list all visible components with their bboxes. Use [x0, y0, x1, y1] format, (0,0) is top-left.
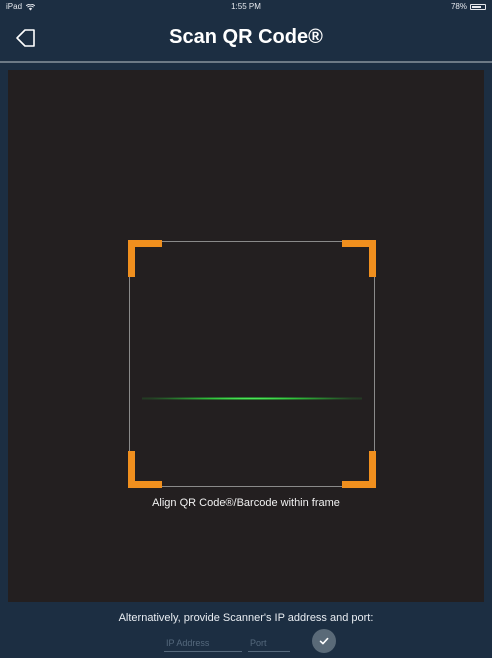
page-title: Scan QR Code®	[169, 26, 323, 48]
scan-hint: Align QR Code®/Barcode within frame	[152, 497, 340, 509]
scan-line	[142, 397, 362, 400]
scan-frame-corner-bottom-left	[128, 451, 162, 488]
confirm-button[interactable]	[312, 629, 336, 653]
manual-entry-prompt: Alternatively, provide Scanner's IP addr…	[118, 612, 374, 624]
scan-frame-corner-top-left	[128, 240, 162, 277]
scan-frame-corner-bottom-right	[342, 451, 376, 488]
checkmark-icon	[319, 637, 329, 645]
battery-icon	[470, 4, 486, 10]
battery-fill	[472, 6, 482, 8]
navigation-bar: Scan QR Code®	[0, 14, 492, 61]
status-bar: iPad 1:55 PM 78%	[0, 0, 492, 14]
battery-percent: 78%	[450, 2, 467, 11]
header-divider	[0, 61, 492, 63]
ip-address-input[interactable]	[164, 634, 242, 652]
scan-frame-corner-top-right	[342, 240, 376, 277]
status-bar-right: 78%	[451, 0, 486, 14]
scan-frame	[128, 240, 376, 488]
camera-viewfinder: Align QR Code®/Barcode within frame	[8, 70, 484, 602]
manual-entry-panel: Alternatively, provide Scanner's IP addr…	[0, 602, 492, 658]
status-time: 1:55 PM	[231, 2, 261, 11]
port-input[interactable]	[248, 634, 290, 652]
